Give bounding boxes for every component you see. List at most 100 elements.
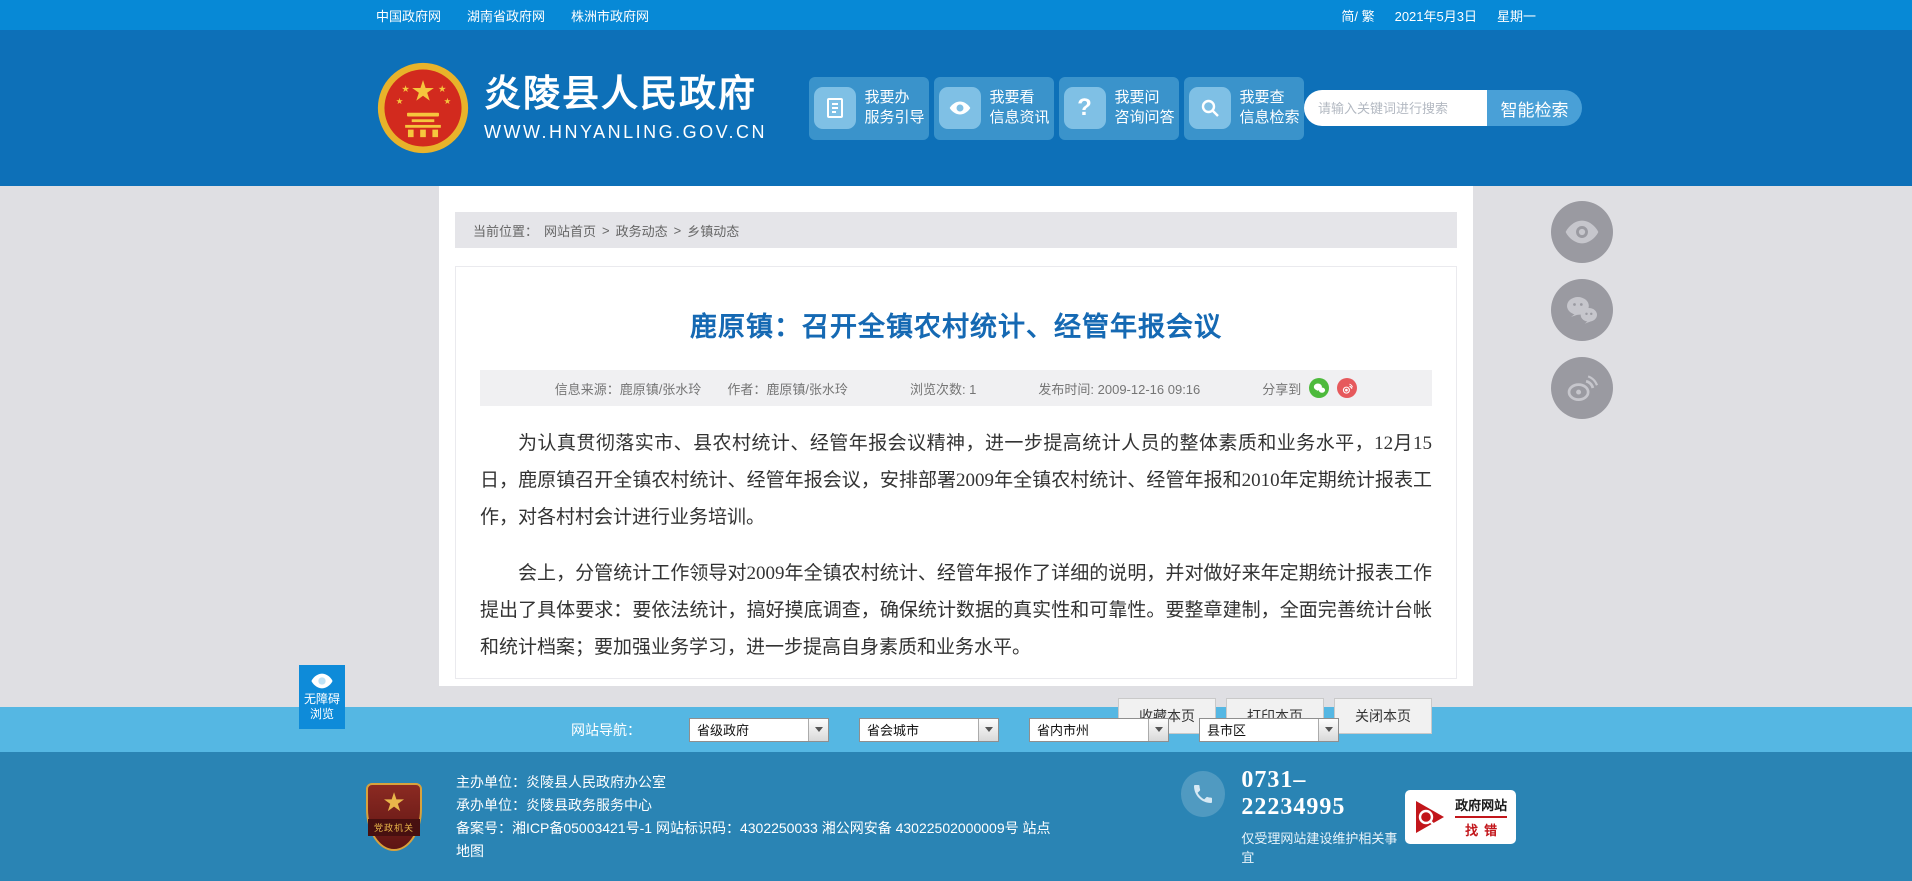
document-icon [813, 87, 856, 129]
main-content-area: 当前位置： 网站首页 > 政务动态 > 乡镇动态 鹿原镇：召开全镇农村统计、经管… [0, 186, 1912, 734]
current-date: 2021年5月3日 [1394, 8, 1477, 24]
floating-toolbar [1551, 201, 1613, 419]
phone-icon [1180, 771, 1226, 817]
badge-emblem-icon: ★ [382, 786, 406, 817]
article-body: 为认真贯彻落实市、县农村统计、经管年报会议精神，进一步提高统计人员的整体素质和业… [480, 425, 1432, 666]
svg-text:★: ★ [396, 96, 404, 106]
meta-views: 浏览次数: 1 [909, 381, 977, 397]
contact-phone-number: 0731–22234995 [1241, 767, 1346, 820]
dropdown-selected-value: 县市区 [1207, 723, 1247, 738]
breadcrumb-level1[interactable]: 政务动态 [616, 221, 668, 240]
error-badge-line1: 政府网站 [1455, 795, 1508, 818]
accessibility-label-line1: 无障碍 [303, 691, 340, 706]
share-weibo-icon[interactable] [1337, 378, 1358, 398]
question-icon: ? [1063, 87, 1106, 129]
dropdown-county-districts[interactable]: 县市区 [1199, 717, 1339, 742]
service-line1: 我要查 [1239, 89, 1285, 106]
share-wechat-icon[interactable] [1309, 378, 1330, 398]
link-china-gov[interactable]: 中国政府网 [376, 6, 441, 25]
site-navigation-bar: 网站导航： 省级政府 省会城市 省内市州 县市区 [0, 707, 1912, 752]
site-search: 智能检索 [1304, 90, 1583, 126]
breadcrumb-home[interactable]: 网站首页 [544, 221, 596, 240]
site-footer: ★ 党政机关 主办单位：炎陵县人民政府办公室 承办单位：炎陵县政务服务中心 备案… [0, 752, 1912, 881]
error-badge-line2: 找错 [1465, 822, 1504, 838]
svg-text:★: ★ [401, 84, 409, 95]
website-error-report-badge[interactable]: 政府网站 找错 [1405, 789, 1516, 844]
breadcrumb-separator: > [673, 222, 682, 238]
article-card: 鹿原镇：召开全镇农村统计、经管年报会议 信息来源：鹿原镇/张水玲 作者：鹿原镇/… [455, 266, 1457, 734]
accessibility-eye-button[interactable] [1551, 201, 1613, 263]
accessibility-label-line2: 浏览 [309, 706, 334, 721]
footer-contact: 0731–22234995 仅受理网站建设维护相关事宜 [1180, 767, 1405, 866]
svg-text:★: ★ [410, 74, 435, 107]
chevron-down-icon [1148, 718, 1168, 741]
wechat-share-button[interactable] [1551, 279, 1613, 341]
site-header: ★ ★ ★ ★ ★ 炎陵县人民政府 WWW.HNYANLING.GOV.CN 我… [0, 30, 1912, 186]
weibo-icon [1567, 375, 1599, 401]
service-line2: 信息资讯 [989, 109, 1050, 126]
gov-links: 中国政府网 湖南省政府网 株洲市政府网 [376, 6, 649, 25]
host-unit: 主办单位：炎陵县人民政府办公室 [456, 773, 666, 790]
article-meta-bar: 信息来源：鹿原镇/张水玲 作者：鹿原镇/张水玲 浏览次数: 1 发布时间: 20… [480, 370, 1432, 406]
search-input[interactable] [1304, 90, 1488, 126]
national-emblem-icon: ★ ★ ★ ★ ★ [377, 62, 469, 154]
chevron-down-icon [808, 718, 828, 741]
eye-icon [1565, 220, 1599, 244]
article-title: 鹿原镇：召开全镇农村统计、经管年报会议 [690, 312, 1222, 342]
breadcrumb-level2[interactable]: 乡镇动态 [687, 221, 739, 240]
error-flag-icon [1416, 800, 1445, 833]
service-button-search[interactable]: 我要查 信息检索 [1184, 76, 1305, 140]
eye-icon [938, 87, 981, 129]
service-line2: 信息检索 [1239, 109, 1300, 126]
dropdown-provincial-gov[interactable]: 省级政府 [689, 717, 829, 742]
current-weekday: 星期一 [1496, 8, 1536, 24]
service-button-view[interactable]: 我要看 信息资讯 [934, 76, 1055, 140]
quick-service-buttons: 我要办 服务引导 我要看 信息资讯 ? 我要问 咨询问答 我要查 信息检索 [809, 76, 1305, 140]
service-line2: 服务引导 [864, 109, 925, 126]
link-hunan-gov[interactable]: 湖南省政府网 [467, 6, 545, 25]
service-line1: 我要问 [1114, 89, 1160, 106]
contact-phone-note: 仅受理网站建设维护相关事宜 [1241, 831, 1398, 865]
party-gov-badge[interactable]: ★ 党政机关 [366, 782, 422, 851]
site-logo[interactable]: ★ ★ ★ ★ ★ 炎陵县人民政府 WWW.HNYANLING.GOV.CN [376, 61, 767, 155]
chevron-down-icon [1318, 718, 1338, 741]
magnifier-icon [1188, 87, 1231, 129]
footer-info: 主办单位：炎陵县人民政府办公室 承办单位：炎陵县政务服务中心 备案号：湘ICP备… [456, 771, 1061, 863]
service-line1: 我要办 [864, 89, 910, 106]
weibo-share-button[interactable] [1551, 357, 1613, 419]
article-paragraph: 会上，分管统计工作领导对2009年全镇农村统计、经管年报作了详细的说明，并对做好… [480, 563, 1432, 658]
breadcrumb: 当前位置： 网站首页 > 政务动态 > 乡镇动态 [455, 212, 1457, 248]
breadcrumb-label: 当前位置： [473, 223, 539, 239]
dropdown-selected-value: 省级政府 [697, 723, 750, 738]
svg-text:★: ★ [444, 96, 452, 106]
meta-author: 作者：鹿原镇/张水玲 [727, 381, 848, 397]
accessibility-browse-button[interactable]: 无障碍 浏览 [299, 665, 345, 729]
svg-text:★: ★ [438, 84, 446, 95]
dropdown-capital-cities[interactable]: 省会城市 [859, 717, 999, 742]
meta-pubtime: 发布时间: 2009-12-16 09:16 [1038, 381, 1201, 397]
dropdown-selected-value: 省会城市 [867, 723, 920, 738]
site-nav-label: 网站导航： [571, 721, 641, 738]
eye-icon [311, 673, 333, 688]
dropdown-province-cities[interactable]: 省内市州 [1029, 717, 1169, 742]
link-zhuzhou-gov[interactable]: 株洲市政府网 [571, 6, 649, 25]
content-panel: 当前位置： 网站首页 > 政务动态 > 乡镇动态 鹿原镇：召开全镇农村统计、经管… [439, 186, 1473, 734]
smart-search-button[interactable]: 智能检索 [1487, 90, 1583, 126]
service-line1: 我要看 [989, 89, 1035, 106]
site-url: WWW.HNYANLING.GOV.CN [484, 121, 768, 142]
site-title: 炎陵县人民政府 [484, 73, 757, 115]
service-line2: 咨询问答 [1114, 109, 1175, 126]
dropdown-selected-value: 省内市州 [1037, 723, 1090, 738]
wechat-icon [1567, 297, 1597, 324]
top-utility-bar: 中国政府网 湖南省政府网 株洲市政府网 简/ 繁 2021年5月3日 星期一 [0, 0, 1912, 30]
share-label: 分享到 [1262, 381, 1302, 397]
service-button-handle[interactable]: 我要办 服务引导 [809, 76, 930, 140]
badge-label: 党政机关 [368, 818, 420, 836]
breadcrumb-separator: > [602, 222, 610, 238]
service-button-ask[interactable]: ? 我要问咨询问答 [1059, 76, 1180, 140]
meta-source: 信息来源：鹿原镇/张水玲 [554, 381, 702, 397]
language-toggle[interactable]: 简/ 繁 [1341, 6, 1374, 25]
article-paragraph: 为认真贯彻落实市、县农村统计、经管年报会议精神，进一步提高统计人员的整体素质和业… [480, 433, 1432, 528]
chevron-down-icon [978, 718, 998, 741]
icp-record: 备案号：湘ICP备05003421号-1 网站标识码：4302250033 湘公… [456, 819, 1019, 836]
